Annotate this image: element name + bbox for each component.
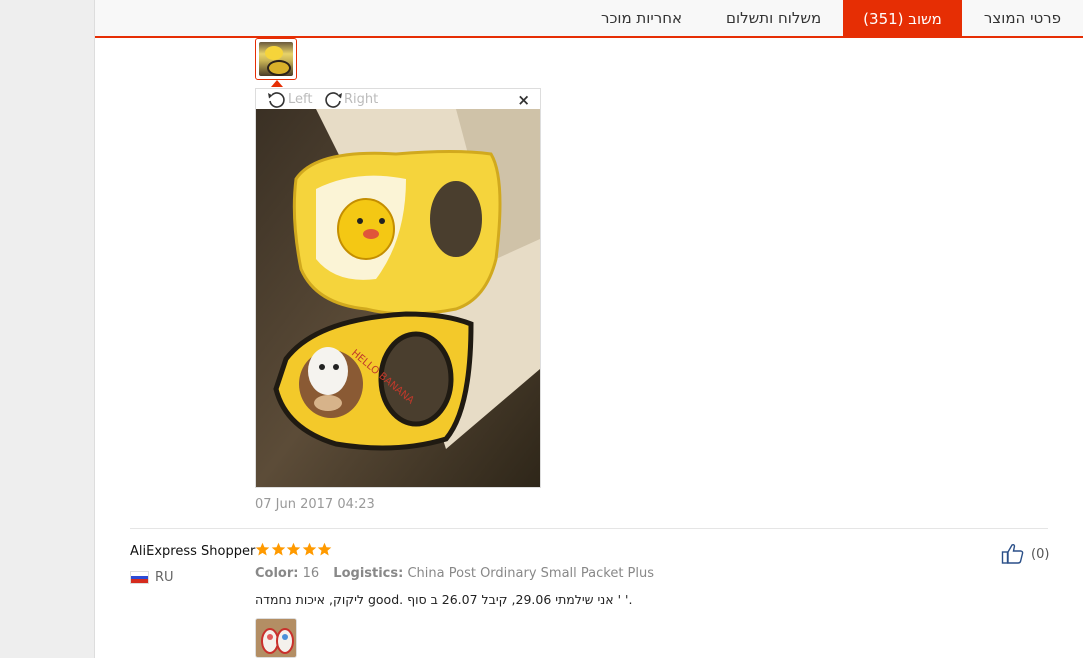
review-photo: HELLO BANANA: [256, 109, 540, 487]
star-icon: [255, 542, 270, 556]
tab-shipping-payment[interactable]: משלוח ותשלום: [704, 0, 843, 36]
review-image-thumbnail[interactable]: [255, 618, 297, 658]
viewer-toolbar: Left Right ×: [256, 89, 540, 110]
star-icon: [271, 542, 285, 556]
tab-bar: פרטי המוצר משוב (351) משלוח ותשלום אחריו…: [95, 0, 1083, 38]
star-rating: [255, 542, 333, 557]
star-icon: [302, 542, 316, 556]
thumbnail-image: [259, 42, 293, 76]
tab-product-details[interactable]: פרטי המוצר: [962, 0, 1083, 36]
rotate-right-icon: [325, 92, 342, 108]
review-divider: [130, 528, 1048, 529]
review-image-thumbnail-selected[interactable]: [255, 38, 297, 80]
review-thumbnail-image: [256, 619, 296, 657]
star-icon: [286, 542, 301, 556]
buyer-country: RU: [130, 570, 174, 585]
logistics-label: Logistics:: [333, 566, 404, 581]
color-value: 16: [302, 566, 320, 581]
review-text: ליקוק, איכות נחמדה good. אני שילמתי 29.0…: [255, 592, 633, 607]
logistics-value: China Post Ordinary Small Packet Plus: [407, 566, 655, 581]
star-icon: [317, 542, 332, 556]
review-date: 07 Jun 2017 04:23: [255, 497, 375, 512]
rotate-right-button[interactable]: Right: [322, 89, 378, 109]
russia-flag-icon: [130, 571, 149, 584]
color-label: Color:: [255, 566, 299, 581]
helpful-count: (0): [1031, 546, 1050, 562]
tab-feedback[interactable]: משוב (351): [843, 0, 962, 38]
rotate-left-button[interactable]: Left: [266, 89, 312, 109]
order-info: Color: 16 Logistics: China Post Ordinary…: [255, 566, 664, 581]
rotate-left-label: Left: [288, 91, 313, 107]
close-icon[interactable]: ×: [517, 91, 530, 109]
left-gutter: [0, 0, 95, 658]
country-code: RU: [155, 570, 174, 585]
helpful-button[interactable]: (0): [1001, 543, 1049, 565]
buyer-name[interactable]: AliExpress Shopper: [130, 544, 255, 559]
rotate-left-icon: [268, 92, 285, 108]
thumbs-up-icon: [1001, 543, 1024, 564]
thumbnail-pointer: [271, 80, 283, 87]
review-photo-image: HELLO BANANA: [256, 109, 540, 487]
image-viewer: Left Right × HELLO BANANA: [255, 88, 541, 488]
rotate-right-label: Right: [344, 91, 379, 107]
main-content: פרטי המוצר משוב (351) משלוח ותשלום אחריו…: [95, 0, 1083, 658]
tab-seller-guarantee[interactable]: אחריות מוכר: [579, 0, 704, 36]
